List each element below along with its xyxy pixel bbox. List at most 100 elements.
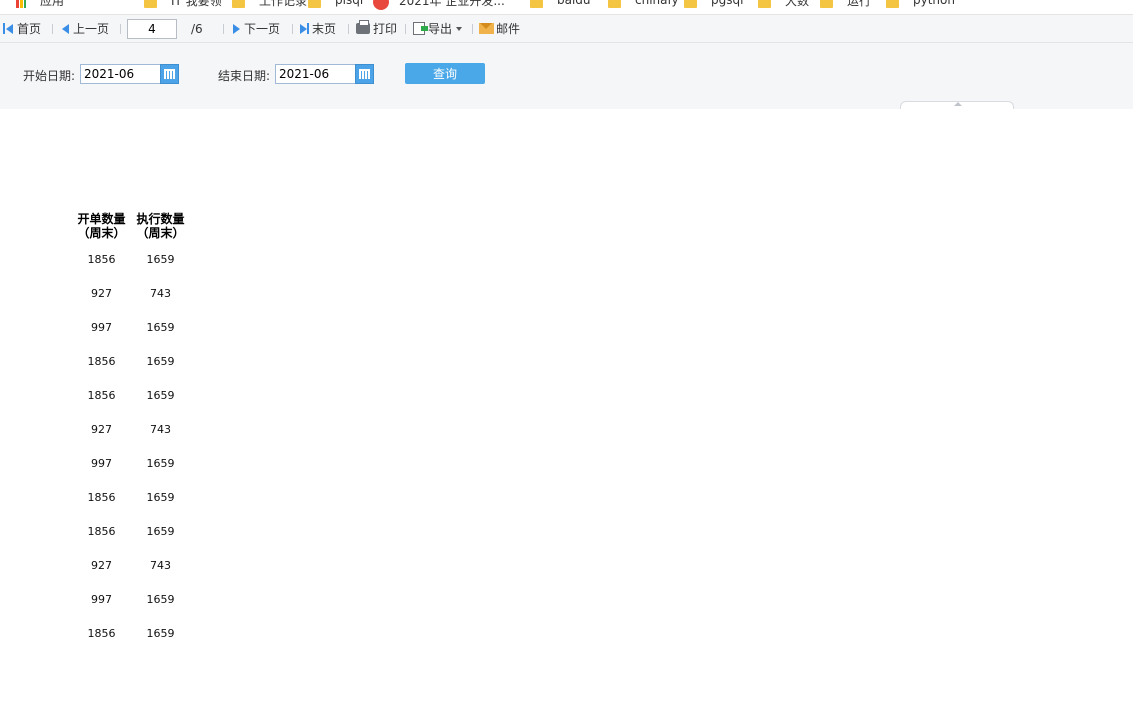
total-pages: /6 (191, 15, 203, 42)
filter-panel: 开始日期: 结束日期: 查询 (0, 43, 1133, 109)
start-date-label: 开始日期: (23, 69, 76, 83)
bookmark-item[interactable]: plsql (308, 0, 364, 8)
next-page-label: 下一页 (244, 22, 281, 36)
bookmark-label: 工作记录 (259, 0, 308, 8)
bookmark-item[interactable]: IT 我要领 (144, 0, 222, 8)
column-header-line: （周末） (136, 226, 185, 240)
orders-count-cell: 927 (91, 422, 112, 436)
bookmark-apps[interactable]: 应用 (16, 0, 65, 8)
executed-count-cell: 743 (150, 422, 171, 436)
prev-page-button[interactable]: 上一页 (62, 15, 109, 42)
separator (405, 24, 406, 34)
folder-icon (530, 0, 543, 8)
collapse-filter-toggle[interactable] (900, 101, 1014, 109)
column-header-executed: 执行数量 （周末） (131, 212, 190, 242)
table-row: 927 743 (72, 412, 190, 446)
bookmark-item[interactable]: 工作记录 (232, 0, 308, 8)
printer-icon (356, 20, 370, 34)
folder-icon (820, 0, 833, 8)
bookmarks-bar: 应用 IT 我要领 工作记录 plsql 2021年 企业开发... baidu… (0, 0, 1133, 15)
end-date-label: 结束日期: (218, 69, 271, 83)
folder-icon (232, 0, 245, 8)
table-row: 1856 1659 (72, 616, 190, 650)
export-button[interactable]: 导出 (413, 15, 463, 42)
orders-count-cell: 1856 (87, 524, 116, 538)
column-header-line: 开单数量 (77, 212, 126, 226)
bookmark-item[interactable]: 大数 (758, 0, 809, 8)
column-header-orders: 开单数量 （周末） (72, 212, 131, 242)
bookmark-item[interactable]: pgsql (684, 0, 744, 8)
orders-count-cell: 1856 (87, 252, 116, 266)
bookmark-item[interactable]: python (886, 0, 955, 8)
executed-count-cell: 1659 (146, 252, 175, 266)
bookmark-label: 应用 (40, 0, 65, 8)
column-header-line: （周末） (77, 226, 126, 240)
executed-count-cell: 1659 (146, 388, 175, 402)
bookmark-label: baidu (557, 0, 591, 7)
table-row: 997 1659 (72, 310, 190, 344)
orders-count-cell: 997 (91, 592, 112, 606)
separator (52, 24, 53, 34)
bookmark-item[interactable]: chinafy (608, 0, 679, 8)
table-row: 1856 1659 (72, 242, 190, 276)
table-row: 997 1659 (72, 446, 190, 480)
first-page-button[interactable]: 首页 (3, 15, 41, 42)
apps-icon (16, 0, 26, 8)
folder-icon (144, 0, 157, 8)
end-date-calendar-button[interactable] (355, 64, 374, 84)
orders-count-cell: 1856 (87, 354, 116, 368)
last-page-icon (307, 23, 309, 34)
column-header-line: 执行数量 (136, 212, 185, 226)
executed-count-cell: 1659 (146, 592, 175, 606)
first-page-arrow-icon (6, 23, 13, 34)
report-area: 开单数量 （周末） 执行数量 （周末） 1856 1659 927 743 997 165… (72, 212, 190, 650)
total-pages-label: /6 (191, 21, 203, 36)
bookmark-label: plsql (335, 0, 364, 7)
page-number-input[interactable] (127, 19, 177, 39)
start-date-input[interactable] (80, 64, 163, 84)
bookmark-label: pgsql (711, 0, 744, 7)
orders-count-cell: 927 (91, 286, 112, 300)
separator (223, 24, 224, 34)
bookmark-item[interactable]: baidu (530, 0, 591, 8)
folder-icon (608, 0, 621, 8)
orders-count-cell: 997 (91, 456, 112, 470)
executed-count-cell: 1659 (146, 490, 175, 504)
separator (472, 24, 473, 34)
folder-icon (758, 0, 771, 8)
separator (120, 24, 121, 34)
last-page-label: 末页 (312, 22, 337, 36)
mail-button[interactable]: 邮件 (479, 15, 520, 42)
print-button[interactable]: 打印 (356, 15, 397, 42)
calendar-icon (164, 69, 175, 79)
executed-count-cell: 1659 (146, 320, 175, 334)
last-page-arrow-icon (300, 23, 307, 34)
first-page-label: 首页 (17, 22, 42, 36)
table-row: 1856 1659 (72, 378, 190, 412)
executed-count-cell: 1659 (146, 456, 175, 470)
executed-count-cell: 1659 (146, 626, 175, 640)
last-page-button[interactable]: 末页 (300, 15, 336, 42)
bookmark-label: 2021年 企业开发... (399, 0, 505, 8)
bookmark-item[interactable]: 运行 (820, 0, 871, 8)
bookmark-item[interactable]: 2021年 企业开发... (373, 0, 505, 10)
chevron-down-icon (456, 26, 463, 31)
table-row: 1856 1659 (72, 514, 190, 548)
export-icon (413, 22, 428, 35)
orders-count-cell: 927 (91, 558, 112, 572)
table-row: 997 1659 (72, 582, 190, 616)
orders-count-cell: 1856 (87, 626, 116, 640)
end-date-input[interactable] (275, 64, 358, 84)
executed-count-cell: 1659 (146, 524, 175, 538)
query-button[interactable]: 查询 (405, 63, 485, 84)
report-toolbar: 首页 上一页 /6 下一页 末页 打印 导出 邮件 (0, 15, 1133, 43)
next-page-button[interactable]: 下一页 (233, 15, 280, 42)
prev-page-label: 上一页 (73, 22, 110, 36)
report-body: 1856 1659 927 743 997 1659 1856 1659 1856 1659 927… (72, 242, 190, 650)
start-date-calendar-button[interactable] (160, 64, 179, 84)
table-header-row: 开单数量 （周末） 执行数量 （周末） (72, 212, 190, 242)
executed-count-cell: 1659 (146, 354, 175, 368)
executed-count-cell: 743 (150, 558, 171, 572)
next-arrow-icon (233, 23, 240, 34)
orders-count-cell: 997 (91, 320, 112, 334)
